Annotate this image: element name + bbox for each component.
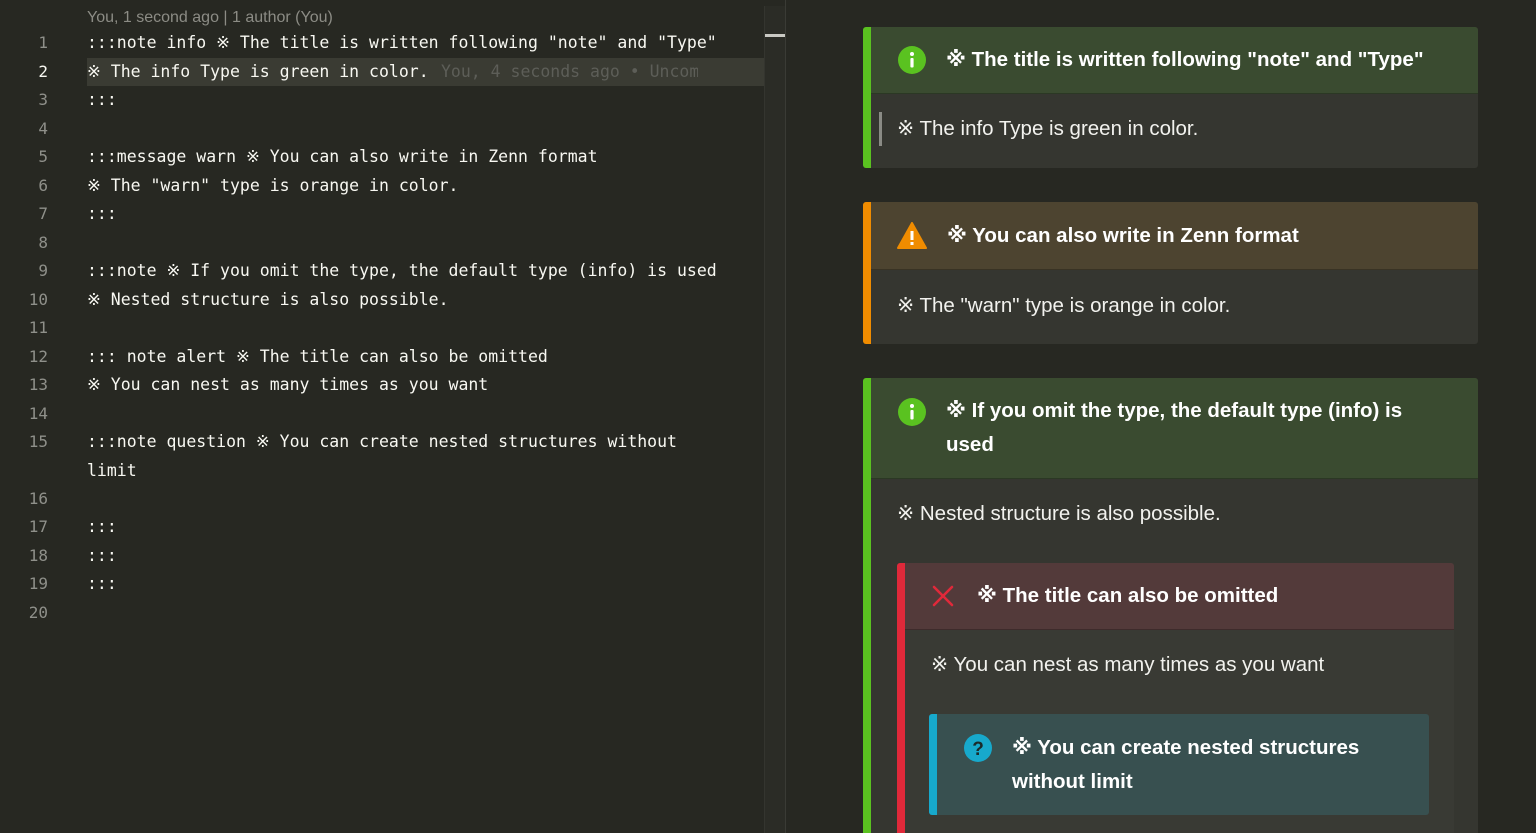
code-line[interactable]: ※ You can nest as many times as you want xyxy=(87,371,488,399)
line-number: 7 xyxy=(38,204,48,223)
code-line[interactable]: ::: xyxy=(87,513,117,541)
code-line[interactable]: :::message warn ※ You can also write in … xyxy=(87,143,598,171)
note-question-block: ? ※ You can create nested structures wit… xyxy=(929,714,1429,815)
line-number: 1 xyxy=(38,33,48,52)
note-accent-bar xyxy=(929,714,937,815)
question-icon: ? xyxy=(964,734,992,762)
note-body: ※ Nested structure is also possible. ※ T… xyxy=(871,479,1478,833)
line-number: 9 xyxy=(38,261,48,280)
blockquote-bar xyxy=(879,112,882,146)
line-number: 5 xyxy=(38,147,48,166)
code-line-wrapped[interactable]: limit xyxy=(87,457,137,485)
code-line[interactable]: ::: xyxy=(87,570,117,598)
note-header: ? ※ You can create nested structures wit… xyxy=(937,714,1429,815)
line-number: 14 xyxy=(28,404,48,423)
code-line[interactable]: :::note ※ If you omit the type, the defa… xyxy=(87,257,717,285)
note-accent-bar xyxy=(897,563,905,833)
line-number: 8 xyxy=(38,233,48,252)
line-number: 17 xyxy=(28,517,48,536)
note-header: ※ The title is written following "note" … xyxy=(871,27,1478,94)
line-number: 19 xyxy=(28,574,48,593)
code-line[interactable]: ::: xyxy=(87,86,117,114)
note-header: ※ The title can also be omitted xyxy=(905,563,1454,630)
code-line[interactable]: ::: note alert ※ The title can also be o… xyxy=(87,343,548,371)
note-body: ※ The info Type is green in color. xyxy=(871,94,1478,168)
markdown-preview: ※ The title is written following "note" … xyxy=(786,0,1536,833)
app-window: You, 1 second ago | 1 author (You) 1 2 3… xyxy=(0,0,1536,833)
code-line[interactable]: ※ Nested structure is also possible. xyxy=(87,286,449,314)
note-alert-block: ※ The title can also be omitted ※ You ca… xyxy=(897,563,1454,833)
line-number: 4 xyxy=(38,119,48,138)
note-body: ※ The "warn" type is orange in color. xyxy=(871,270,1478,344)
code-line[interactable]: :::note question ※ You can create nested… xyxy=(87,428,677,456)
note-body-text: ※ Nested structure is also possible. xyxy=(897,502,1221,525)
note-title: ※ The title can also be omitted xyxy=(977,584,1279,607)
note-accent-bar xyxy=(863,378,871,833)
note-header: ※ You can also write in Zenn format xyxy=(871,202,1478,270)
line-number: 6 xyxy=(38,176,48,195)
line-number: 20 xyxy=(28,603,48,622)
note-title: ※ If you omit the type, the default type… xyxy=(946,399,1403,422)
markdown-editor[interactable]: You, 1 second ago | 1 author (You) 1 2 3… xyxy=(0,0,785,833)
line-number: 11 xyxy=(28,318,48,337)
note-title-continued: without limit xyxy=(1012,770,1133,793)
info-icon xyxy=(898,398,926,426)
note-warn-block: ※ You can also write in Zenn format ※ Th… xyxy=(863,202,1478,344)
note-title: ※ You can create nested structures xyxy=(1012,736,1360,759)
warning-icon xyxy=(897,221,927,250)
note-accent-bar xyxy=(863,202,871,344)
line-number: 3 xyxy=(38,90,48,109)
git-blame-header[interactable]: You, 1 second ago | 1 author (You) xyxy=(87,9,333,27)
line-number: 16 xyxy=(28,489,48,508)
code-line[interactable]: ::: xyxy=(87,200,117,228)
note-title-block: ※ If you omit the type, the default type… xyxy=(946,394,1402,462)
line-number: 10 xyxy=(28,290,48,309)
close-icon xyxy=(931,584,955,608)
code-line-active[interactable]: ※ The info Type is green in color. xyxy=(87,58,429,86)
note-title-block: ※ You can create nested structures witho… xyxy=(1012,731,1359,799)
note-body-text: ※ The info Type is green in color. xyxy=(897,117,1199,140)
line-number: 13 xyxy=(28,375,48,394)
code-line[interactable]: ※ The "warn" type is orange in color. xyxy=(87,172,458,200)
line-number: 15 xyxy=(28,432,48,451)
note-body-text: ※ The "warn" type is orange in color. xyxy=(897,294,1231,317)
svg-text:?: ? xyxy=(972,739,984,760)
scrollbar-cursor-marker xyxy=(765,34,785,37)
inline-git-blame: You, 4 seconds ago • Uncommitted changes xyxy=(441,62,698,81)
note-body: ※ You can nest as many times as you want… xyxy=(905,630,1454,833)
code-line[interactable]: :::note info ※ The title is written foll… xyxy=(87,29,717,57)
line-number: 18 xyxy=(28,546,48,565)
code-line[interactable]: ::: xyxy=(87,542,117,570)
note-header: ※ If you omit the type, the default type… xyxy=(871,378,1478,479)
note-body-text: ※ You can nest as many times as you want xyxy=(931,653,1325,676)
info-icon xyxy=(898,46,926,74)
note-title: ※ The title is written following "note" … xyxy=(946,48,1424,71)
note-title-continued: used xyxy=(946,433,994,456)
line-number-active: 2 xyxy=(38,62,48,81)
note-accent-bar xyxy=(863,27,871,168)
vertical-scrollbar[interactable] xyxy=(764,6,785,833)
note-info-block: ※ The title is written following "note" … xyxy=(863,27,1478,168)
line-number: 12 xyxy=(28,347,48,366)
note-title: ※ You can also write in Zenn format xyxy=(947,223,1299,247)
note-default-info-block: ※ If you omit the type, the default type… xyxy=(863,378,1478,833)
